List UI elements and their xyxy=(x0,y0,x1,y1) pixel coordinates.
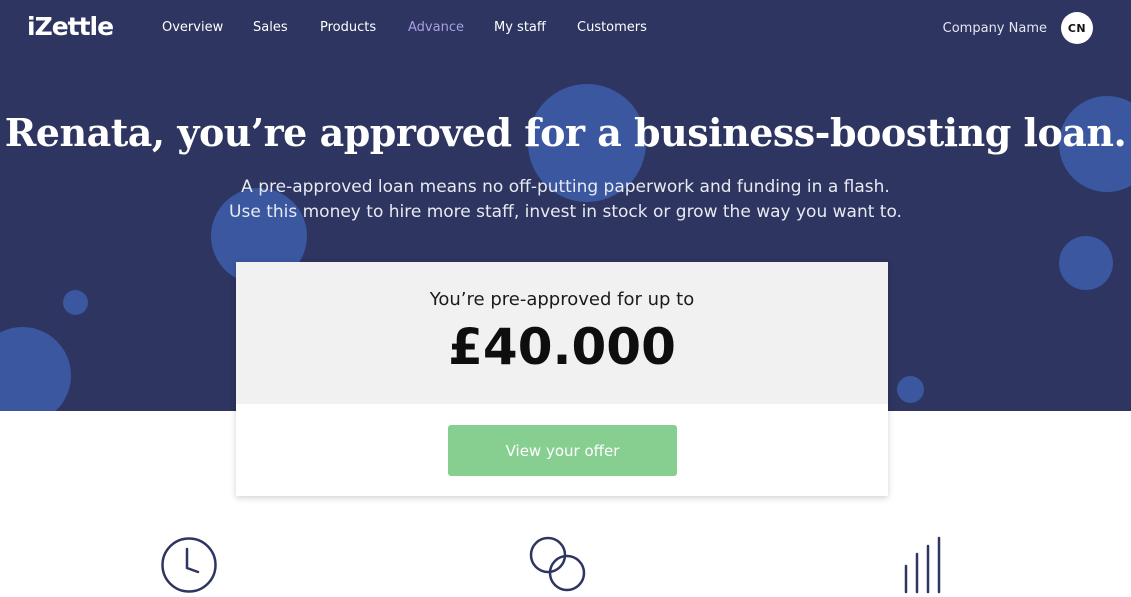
hero-subtitle-line-2: Use this money to hire more staff, inves… xyxy=(229,202,902,222)
nav-item-advance[interactable]: Advance xyxy=(408,20,464,35)
company-name[interactable]: Company Name xyxy=(943,21,1047,36)
coins-icon xyxy=(529,536,586,592)
nav-item-products[interactable]: Products xyxy=(320,20,376,35)
nav-item-customers[interactable]: Customers xyxy=(577,20,647,35)
offer-card: You’re pre-approved for up to £40.000 Vi… xyxy=(236,262,888,496)
izettle-logo[interactable]: iZettle xyxy=(27,12,114,41)
preapproved-label: You’re pre-approved for up to xyxy=(429,289,695,310)
top-nav: iZettle Overview Sales Products Advance … xyxy=(0,0,1131,56)
decor-bubble xyxy=(897,376,924,403)
hero-subtitle-line-1: A pre-approved loan means no off-putting… xyxy=(241,177,890,197)
avatar[interactable]: CN xyxy=(1061,12,1093,44)
offer-card-header: You’re pre-approved for up to £40.000 xyxy=(236,262,888,404)
nav-item-sales[interactable]: Sales xyxy=(253,20,288,35)
loan-amount: £40.000 xyxy=(448,318,676,376)
bars-icon xyxy=(904,536,941,594)
nav-item-my-staff[interactable]: My staff xyxy=(494,20,546,35)
page-title: Renata, you’re approved for a business-b… xyxy=(4,110,1127,155)
decor-bubble xyxy=(1059,236,1113,290)
decor-bubble xyxy=(0,327,71,411)
view-offer-button[interactable]: View your offer xyxy=(448,425,677,476)
clock-icon xyxy=(161,537,217,593)
nav-item-overview[interactable]: Overview xyxy=(162,20,223,35)
decor-bubble xyxy=(63,290,88,315)
